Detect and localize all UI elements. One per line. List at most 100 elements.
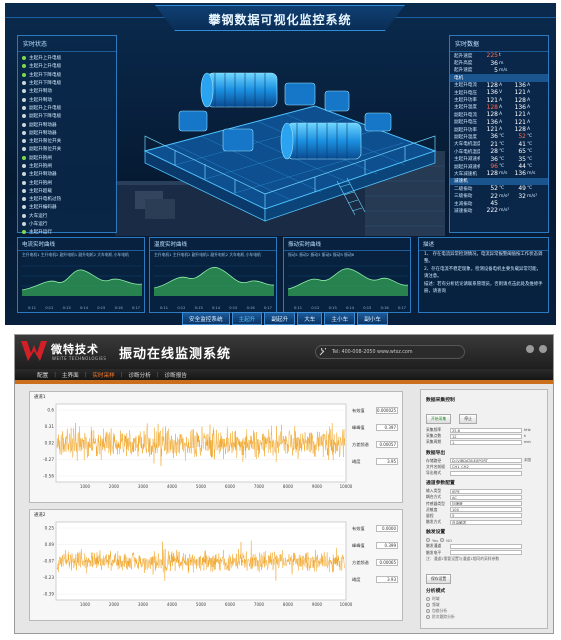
data-unit: A	[527, 104, 531, 110]
radio-icon[interactable]	[426, 614, 430, 619]
setting-label: 传感器类型	[426, 500, 445, 506]
data-value: 121	[486, 96, 498, 104]
setting-input[interactable]	[450, 543, 522, 549]
status-dot-icon	[22, 130, 26, 135]
setting-input[interactable]: CH1_CH2	[450, 464, 522, 470]
x-tick: 2000	[109, 484, 120, 489]
status-item: 主起升制动	[22, 87, 112, 95]
start-acquisition-button[interactable]: 开始采集	[426, 414, 452, 424]
menu-bar: 配置 | 主界面 | 实时采样 | 诊断分析 | 诊断报告	[15, 369, 553, 380]
setting-unit: kHz	[524, 428, 531, 433]
radio-icon[interactable]	[426, 602, 430, 607]
status-item: 主起升运行	[22, 228, 112, 236]
menu-config[interactable]: 配置	[31, 371, 54, 379]
data-label: 起升速度	[454, 53, 473, 59]
section-title: 触发设置	[426, 530, 446, 536]
data-value: 36	[490, 155, 498, 163]
data-value: 128	[486, 170, 498, 178]
menu-diagnosis[interactable]: 诊断分析	[122, 371, 156, 379]
setting-input[interactable]: AC	[450, 494, 522, 500]
status-item: 主起升制动	[22, 95, 112, 103]
data-unit: m/s²	[499, 193, 510, 199]
vibration-chart-panel: 振动实时曲线 振动1 振动2 振动3 振动4 振动5 振动6 0:11 0:12…	[283, 237, 411, 313]
app-header: 微特技术 WEITE TECHNOLOGIES 振动在线监测系统 Tel: 40…	[15, 335, 553, 369]
data-value: 128	[514, 96, 526, 104]
nav-safety-monitor[interactable]: 安全监控系统	[182, 312, 230, 325]
stat-value: 0.00057	[376, 441, 398, 448]
x-tick: 0:11	[28, 306, 37, 310]
menu-main[interactable]: 主界面	[56, 371, 85, 379]
status-panel-title: 实时状态	[18, 36, 116, 52]
data-section: 电机	[450, 74, 548, 82]
setting-input[interactable]	[450, 550, 522, 556]
stat-value: 0.00065	[376, 559, 398, 566]
waveform-panel-1: 通道1 0.6 0.31 0.02 -0.27 -0.56 1000 2000 3000 400…	[29, 391, 403, 503]
trigger-fields: 触发通道 触发电平	[426, 543, 542, 556]
status-dot-icon	[22, 164, 26, 168]
data-unit: ℃	[527, 141, 533, 147]
x-tick: 4000	[167, 602, 178, 607]
setting-input[interactable]: IEPE	[450, 488, 522, 494]
status-label: 副起升制动器	[29, 130, 57, 136]
data-row: 二级振动 52 ℃ 49 ℃	[450, 185, 548, 192]
status-item: 主起升抱闸	[22, 162, 112, 170]
data-label: 起升速度	[454, 68, 473, 74]
setting-input[interactable]	[450, 470, 522, 476]
setting-input[interactable]: 5	[450, 513, 522, 519]
setting-input[interactable]: 100	[450, 507, 522, 513]
vibration-area-chart	[288, 265, 408, 296]
setting-input[interactable]: 12	[450, 433, 522, 439]
minimize-icon[interactable]	[526, 345, 534, 353]
data-label: 主起升减速机	[454, 157, 480, 163]
data-unit: ℃	[499, 141, 505, 147]
status-item: 小车运行	[22, 220, 112, 228]
nav-aux-hoist[interactable]: 副起升	[264, 312, 296, 325]
stats-panel: 有效值 0.000025 峰峰值 0.397 方差频谱 0.00057 峭度 3.95	[352, 402, 398, 470]
data-value: 222	[486, 207, 498, 215]
status-item: 主起升下降电极	[22, 71, 112, 79]
x-tick: 0:11	[294, 306, 303, 310]
waveform-chart-2: 0.25 0.09 -0.07 -0.23 -0.39 1000 2000 3000 4000 5…	[43, 521, 352, 607]
setting-input[interactable]: D:\VIBDATA\EXPORT	[450, 458, 522, 464]
radio-icon[interactable]	[440, 538, 445, 543]
status-label: 主起升制动	[29, 89, 52, 95]
data-value: 136	[514, 103, 526, 111]
x-tick: 0:15	[97, 306, 106, 310]
stat-row: 峰峰值 0.397	[352, 419, 398, 436]
menu-report[interactable]: 诊断报告	[159, 371, 193, 379]
data-row: 起升高度 36 m	[450, 59, 548, 67]
status-item: 大车运行	[22, 212, 112, 220]
current-area-chart	[22, 265, 142, 296]
setting-input[interactable]: 加速度	[450, 501, 522, 507]
status-label: 主起升限位开关	[29, 139, 62, 145]
x-tick: 0:13	[62, 306, 71, 310]
company-logo-icon	[21, 341, 47, 361]
data-value: 225	[486, 52, 498, 60]
nav-main-hoist[interactable]: 主起升	[231, 312, 263, 325]
setting-input[interactable]: 自由触发	[450, 519, 522, 525]
nav-aux-trolley[interactable]: 副小车	[357, 312, 388, 325]
notes-panel: 描述 1、 存在电流异常检测情况，电流异常报警阈值按工作状态调整。 2、存在电流…	[418, 237, 549, 313]
nav-main-trolley[interactable]: 主小车	[324, 312, 356, 325]
radio-icon[interactable]	[426, 608, 430, 613]
data-unit: ℃	[527, 134, 533, 140]
stat-row: 有效值 0.0000	[352, 520, 398, 537]
radio-icon[interactable]	[426, 596, 430, 601]
menu-realtime-sampling[interactable]: 实时采样	[86, 371, 120, 379]
x-tick: 0:17	[131, 306, 140, 310]
stop-button[interactable]: 停止	[459, 414, 477, 424]
realtime-data-panel: 实时数据 起升速度 225 t 起升高度 36 m 起升速度 5 m/s 电机 主起升电流 128 A 1…	[449, 35, 549, 233]
setting-input[interactable]: 1	[450, 439, 522, 445]
x-tick: 8000	[283, 602, 294, 607]
setting-label: 触发电平	[426, 549, 442, 555]
radio-icon[interactable]	[426, 538, 430, 543]
radio-label: Yes	[432, 537, 439, 543]
x-tick: 6000	[225, 484, 236, 489]
nav-gantry[interactable]: 大车	[297, 312, 323, 325]
setting-input[interactable]: 25.6	[450, 427, 522, 433]
save-settings-button[interactable]: 保存设置	[426, 573, 452, 584]
stat-label: 方差频谱	[352, 441, 369, 447]
status-label: 小车运行	[29, 222, 48, 228]
stat-row: 方差频谱 0.00057	[352, 436, 398, 453]
close-icon[interactable]	[539, 345, 547, 353]
